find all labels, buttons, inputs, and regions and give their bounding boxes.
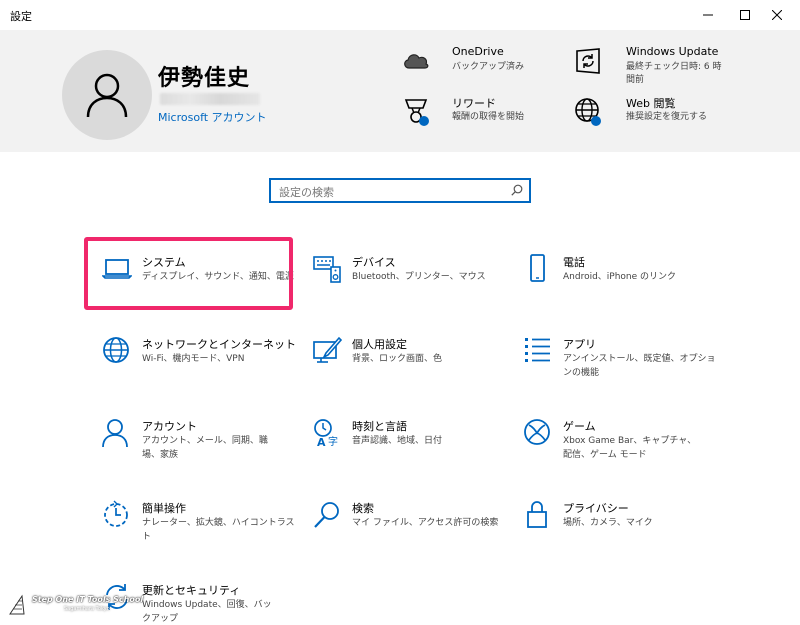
windows-update-status-line1: 最終チェック日時: 6 時 bbox=[626, 62, 722, 72]
tile-gaming[interactable]: ゲーム Xbox Game Bar、キャプチャ、配信、ゲーム モード bbox=[523, 418, 713, 472]
tile-personalization-title: 個人用設定 bbox=[352, 338, 407, 351]
search-icon[interactable] bbox=[511, 184, 523, 196]
tile-privacy-desc: 場所、カメラ、マイク bbox=[563, 518, 653, 528]
tile-apps[interactable]: アプリ アンインストール、既定値、オプションの機能 bbox=[523, 336, 715, 390]
svg-text:字: 字 bbox=[328, 435, 338, 448]
user-name: 伊勢佳史 bbox=[158, 66, 251, 91]
maximize-icon bbox=[740, 10, 750, 20]
apps-list-icon bbox=[525, 338, 550, 362]
tile-update-security-desc: Windows Update、回復、バックアップ bbox=[142, 600, 272, 624]
minimize-icon bbox=[703, 14, 713, 16]
phone-icon bbox=[530, 254, 545, 282]
rewards-title: リワード bbox=[452, 97, 496, 110]
tile-accounts[interactable]: アカウント アカウント、メール、同期、職場、家族 bbox=[102, 418, 292, 472]
watermark-subtext: Sagamihara Tokyo bbox=[64, 606, 110, 612]
time-language-icon: A 字 bbox=[314, 419, 338, 448]
keyboard-speaker-icon bbox=[313, 256, 341, 283]
onedrive-title: OneDrive bbox=[452, 45, 504, 58]
tile-apps-title: アプリ bbox=[563, 338, 596, 351]
settings-search-box[interactable]: 設定の検索 bbox=[269, 178, 531, 203]
cloud-icon bbox=[404, 54, 429, 69]
tile-search[interactable]: 検索 マイ ファイル、アクセス許可の検索 bbox=[312, 500, 502, 540]
tile-apps-desc: アンインストール、既定値、オプションの機能 bbox=[563, 354, 716, 378]
avatar[interactable] bbox=[62, 50, 152, 140]
tile-personalization-desc: 背景、ロック画面、色 bbox=[352, 354, 443, 364]
tile-search-desc: マイ ファイル、アクセス許可の検索 bbox=[352, 518, 499, 528]
globe-icon bbox=[575, 98, 601, 126]
tile-network[interactable]: ネットワークとインターネット Wi-Fi、機内モード、VPN bbox=[102, 336, 302, 376]
windows-update-title: Windows Update bbox=[626, 45, 719, 58]
onedrive-status: バックアップ済み bbox=[452, 62, 525, 72]
svg-text:A: A bbox=[317, 436, 326, 448]
tile-update-security-title: 更新とセキュリティ bbox=[142, 584, 241, 597]
tile-devices[interactable]: デバイス Bluetooth、プリンター、マウス bbox=[312, 254, 502, 294]
tile-phone[interactable]: 電話 Android、iPhone のリンク bbox=[523, 254, 713, 294]
search-placeholder: 設定の検索 bbox=[279, 186, 334, 199]
web-browsing-title: Web 閲覧 bbox=[626, 97, 676, 110]
tile-personalization[interactable]: 個人用設定 背景、ロック画面、色 bbox=[312, 336, 502, 376]
personalization-icon bbox=[313, 336, 342, 363]
close-icon bbox=[772, 10, 782, 20]
window-title: 設定 bbox=[10, 10, 32, 23]
rewards-status: 報酬の取得を開始 bbox=[452, 112, 525, 122]
tile-privacy[interactable]: プライバシー 場所、カメラ、マイク bbox=[523, 500, 713, 540]
school-logo-icon bbox=[9, 594, 25, 615]
watermark-logo: Step One IT Tools School Sagamihara Toky… bbox=[8, 593, 143, 617]
tile-network-title: ネットワークとインターネット bbox=[142, 338, 296, 351]
ease-of-access-icon bbox=[104, 500, 128, 527]
tile-phone-desc: Android、iPhone のリンク bbox=[563, 272, 677, 282]
tile-gaming-title: ゲーム bbox=[563, 420, 596, 433]
title-bar: 設定 bbox=[0, 0, 800, 30]
tile-devices-desc: Bluetooth、プリンター、マウス bbox=[352, 272, 486, 282]
tile-ease-of-access[interactable]: 簡単操作 ナレーター、拡大鏡、ハイコントラスト bbox=[102, 500, 295, 542]
tile-accounts-desc: アカウント、メール、同期、職場、家族 bbox=[142, 436, 268, 460]
windows-update-icon bbox=[576, 48, 600, 74]
tile-gaming-desc: Xbox Game Bar、キャプチャ、配信、ゲーム モード bbox=[563, 436, 697, 460]
highlight-frame bbox=[84, 237, 293, 310]
tile-time-language-desc: 音声認識、地域、日付 bbox=[352, 436, 443, 446]
microsoft-account-link[interactable]: Microsoft アカウント bbox=[158, 109, 267, 125]
search-icon bbox=[314, 502, 339, 528]
web-browsing-status: 推奨設定を復元する bbox=[626, 112, 708, 122]
tile-accounts-title: アカウント bbox=[142, 420, 197, 433]
tile-search-title: 検索 bbox=[352, 502, 374, 515]
person-icon bbox=[102, 419, 128, 448]
tile-privacy-title: プライバシー bbox=[563, 502, 629, 515]
tile-ease-of-access-desc: ナレーター、拡大鏡、ハイコントラスト bbox=[142, 518, 295, 542]
watermark-text: Step One IT Tools School bbox=[32, 595, 144, 604]
tile-ease-of-access-title: 簡単操作 bbox=[142, 502, 186, 515]
tile-devices-title: デバイス bbox=[352, 256, 396, 269]
person-icon bbox=[86, 73, 128, 118]
windows-update-status-line2: 間前 bbox=[626, 75, 645, 85]
lock-icon bbox=[527, 501, 547, 528]
rewards-icon bbox=[404, 99, 429, 126]
globe-icon bbox=[103, 337, 129, 363]
tile-phone-title: 電話 bbox=[563, 256, 585, 269]
email-redacted bbox=[160, 93, 260, 105]
close-button[interactable] bbox=[754, 0, 800, 30]
tile-time-language[interactable]: A 字 時刻と言語 音声認識、地域、日付 bbox=[312, 418, 502, 458]
tile-time-language-title: 時刻と言語 bbox=[352, 420, 407, 433]
xbox-icon bbox=[524, 419, 550, 445]
tile-network-desc: Wi-Fi、機内モード、VPN bbox=[142, 354, 245, 364]
